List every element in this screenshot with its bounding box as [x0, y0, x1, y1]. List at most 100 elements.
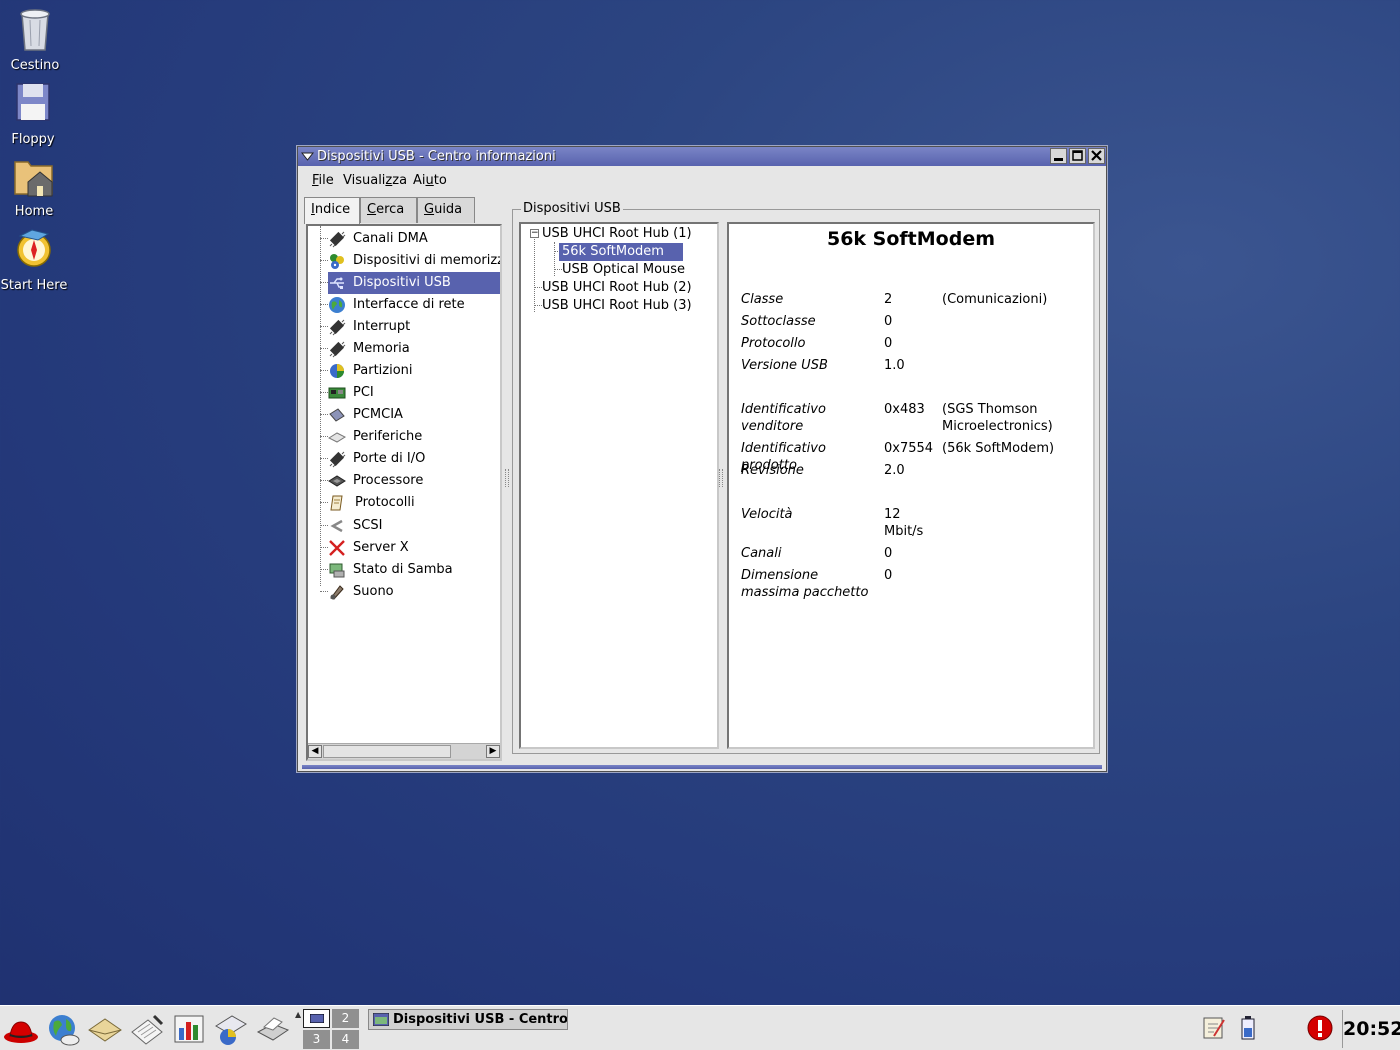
- menubar: File Visualizza Aiuto: [302, 169, 1102, 193]
- index-item-server-x[interactable]: Server X: [308, 537, 500, 559]
- workspace-3[interactable]: 3: [303, 1030, 330, 1049]
- email-icon[interactable]: [86, 1010, 124, 1048]
- tab-cerca[interactable]: Cerca: [360, 197, 417, 223]
- usb-devices-group: Dispositivi USB − USB UHCI Root Hub (1) …: [512, 201, 1100, 754]
- panel-scroll-arrow[interactable]: ▲: [295, 1010, 301, 1046]
- prop-extra: (Comunicazioni): [942, 292, 1048, 307]
- text-editor-icon[interactable]: [128, 1010, 166, 1048]
- index-item-scsi[interactable]: SCSI: [308, 515, 500, 537]
- prop-value: 2.0: [884, 463, 905, 478]
- usb-tree-node-root-hub-1[interactable]: USB UHCI Root Hub (1): [542, 225, 692, 243]
- index-item-dispositivi-usb[interactable]: Dispositivi USB: [308, 272, 500, 294]
- index-item-interrupt[interactable]: Interrupt: [308, 316, 500, 338]
- index-item-suono[interactable]: Suono: [308, 581, 500, 603]
- workspace-window-thumbnail: [309, 1013, 324, 1024]
- desktop-icon-start-here[interactable]: Start Here: [0, 226, 69, 293]
- index-item-partizioni[interactable]: Partizioni: [308, 360, 500, 382]
- desktop-icon-home[interactable]: Home: [0, 152, 69, 219]
- menu-file[interactable]: File: [312, 173, 334, 188]
- left-splitter-handle[interactable]: [505, 469, 509, 487]
- workspace-1[interactable]: [303, 1009, 330, 1028]
- menu-help[interactable]: Aiuto: [413, 173, 447, 188]
- usb-icon: [330, 277, 344, 289]
- index-item-canali-dma[interactable]: Canali DMA: [308, 228, 500, 250]
- collapse-toggle[interactable]: −: [530, 229, 539, 238]
- workspace-4[interactable]: 4: [332, 1030, 359, 1049]
- usb-tree-node-optical-mouse[interactable]: USB Optical Mouse: [562, 261, 685, 279]
- chip-icon: [329, 341, 346, 358]
- notes-applet-icon[interactable]: [1198, 1014, 1228, 1042]
- prop-value: 0x7554: [884, 441, 934, 456]
- taskbar-window-label: Dispositivi USB - Centro informazioni: [393, 1012, 568, 1027]
- maximize-button[interactable]: [1069, 148, 1086, 164]
- minimize-button[interactable]: [1050, 148, 1067, 164]
- scroll-icon: [330, 495, 343, 511]
- tab-indice[interactable]: Indice: [304, 197, 360, 224]
- prop-value: 0: [884, 314, 893, 329]
- index-item-stato-samba[interactable]: Stato di Samba: [308, 559, 500, 581]
- redhat-menu-icon[interactable]: [2, 1010, 40, 1048]
- window-title: Dispositivi USB - Centro informazioni: [317, 149, 556, 164]
- index-horizontal-scrollbar[interactable]: ◀ ▶: [308, 743, 500, 759]
- scroll-thumb[interactable]: [323, 745, 451, 758]
- index-item-memoria[interactable]: Memoria: [308, 338, 500, 360]
- device-title: 56k SoftModem: [826, 228, 996, 250]
- desktop-icon-floppy[interactable]: Floppy: [0, 80, 68, 147]
- desktop-icon-label: Home: [14, 204, 54, 219]
- prop-value: 1.0: [884, 358, 905, 373]
- web-browser-icon[interactable]: [44, 1010, 82, 1048]
- window-menu-icon[interactable]: [300, 149, 315, 164]
- taskbar-window-button[interactable]: Dispositivi USB - Centro informazioni: [368, 1009, 568, 1030]
- navigation-panel: Indice Cerca Guida Canali DMA Dispositiv…: [302, 197, 504, 765]
- group-title: Dispositivi USB: [521, 201, 623, 216]
- prop-label: Versione USB: [741, 358, 828, 373]
- index-item-pcmcia[interactable]: PCMCIA: [308, 404, 500, 426]
- usb-device-tree[interactable]: − USB UHCI Root Hub (1) 56k SoftModem US…: [519, 222, 719, 749]
- window-titlebar[interactable]: Dispositivi USB - Centro informazioni: [298, 147, 1106, 166]
- workspace-2[interactable]: 2: [332, 1009, 359, 1028]
- prop-value: 2: [884, 292, 893, 307]
- processor-icon: [328, 475, 346, 487]
- info-center-icon: [373, 1013, 389, 1026]
- index-item-protocolli[interactable]: Protocolli: [308, 492, 500, 514]
- usb-tree-node-root-hub-2[interactable]: USB UHCI Root Hub (2): [542, 279, 692, 297]
- chip-icon: [329, 231, 346, 248]
- index-item-periferiche[interactable]: Periferiche: [308, 426, 500, 448]
- usb-tree-node-softmodem[interactable]: 56k SoftModem: [558, 242, 684, 262]
- trash-icon: [20, 9, 50, 51]
- device-details-panel: 56k SoftModem Classe 2 (Comunicazioni) S…: [727, 222, 1095, 749]
- prop-label: Dimensione massima pacchetto: [741, 568, 869, 600]
- scsi-icon: [330, 519, 343, 533]
- update-alert-icon[interactable]: [1306, 1014, 1334, 1042]
- x-server-icon: [329, 540, 345, 556]
- workspace-pager[interactable]: 2 3 4: [303, 1009, 359, 1049]
- presentation-icon[interactable]: [212, 1010, 250, 1048]
- bottom-panel: ▲ 2 3 4 Dispositivi USB - Centro informa…: [0, 1005, 1400, 1050]
- pci-card-icon: [328, 387, 346, 399]
- close-button[interactable]: [1088, 148, 1105, 164]
- window-bottom-strip: [302, 765, 1102, 769]
- spreadsheet-icon[interactable]: [170, 1010, 208, 1048]
- battery-applet-icon[interactable]: [1238, 1014, 1258, 1042]
- maximize-icon: [1072, 150, 1083, 161]
- index-tree[interactable]: Canali DMA Dispositivi di memorizzazione…: [306, 224, 502, 761]
- scroll-left-arrow[interactable]: ◀: [308, 745, 322, 758]
- index-item-dispositivi-memorizzazione[interactable]: Dispositivi di memorizzazione: [308, 250, 500, 272]
- prop-extra: (56k SoftModem): [942, 441, 1055, 456]
- printer-icon[interactable]: [254, 1010, 292, 1048]
- prop-value: 0: [884, 336, 893, 351]
- scroll-right-arrow[interactable]: ▶: [486, 745, 500, 758]
- usb-tree-node-root-hub-3[interactable]: USB UHCI Root Hub (3): [542, 297, 692, 315]
- sound-icon: [330, 585, 344, 600]
- index-item-processore[interactable]: Processore: [308, 470, 500, 492]
- desktop-icon-trash[interactable]: Cestino: [0, 6, 70, 73]
- index-item-pci[interactable]: PCI: [308, 382, 500, 404]
- start-here-icon: [17, 229, 51, 267]
- clock[interactable]: 20:52: [1342, 1010, 1400, 1048]
- index-item-interfacce-rete[interactable]: Interfacce di rete: [308, 294, 500, 316]
- tab-guida[interactable]: Guida: [417, 197, 475, 223]
- index-item-porte-io[interactable]: Porte di I/O: [308, 448, 500, 470]
- chip-icon: [329, 319, 346, 336]
- menu-view[interactable]: Visualizza: [343, 173, 407, 188]
- prop-value: 12 Mbit/s: [884, 507, 924, 539]
